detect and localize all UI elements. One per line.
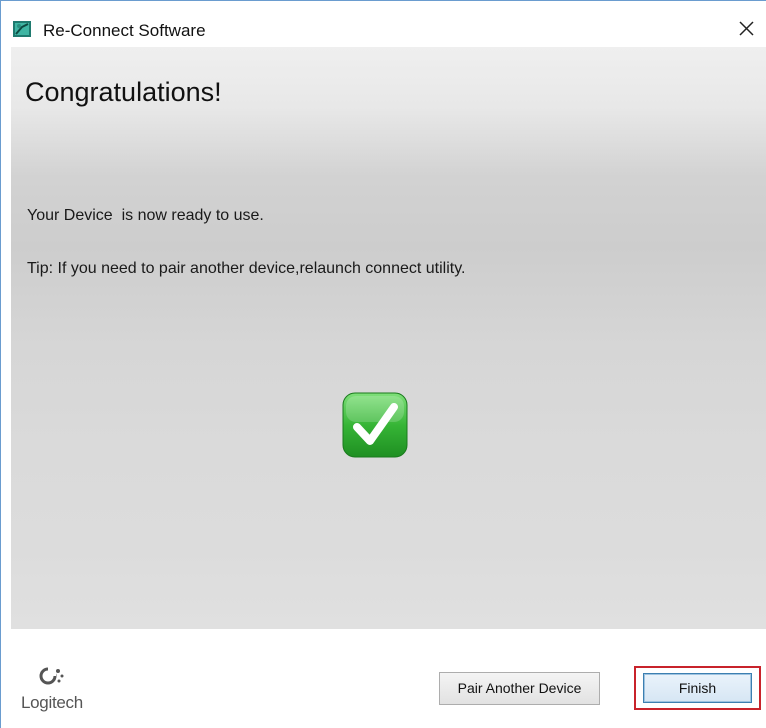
dialog-footer: Logitech Pair Another Device Finish (11, 629, 766, 728)
pair-another-device-button[interactable]: Pair Another Device (439, 672, 600, 705)
window-title: Re-Connect Software (43, 21, 206, 40)
logitech-logo-text: Logitech (21, 693, 83, 712)
title-bar[interactable]: Re-Connect Software (1, 1, 766, 47)
page-title: Congratulations! (25, 77, 222, 107)
ready-message: Your Device is now ready to use. (27, 207, 264, 224)
close-button[interactable] (728, 13, 766, 45)
reconnect-app-icon (13, 21, 31, 37)
close-icon (739, 21, 754, 36)
tip-message: Tip: If you need to pair another device,… (27, 260, 466, 277)
reconnect-dialog-window: Re-Connect Software Congratulations! You… (0, 0, 766, 728)
logitech-logo-icon (39, 667, 64, 685)
green-checkmark-icon (342, 392, 408, 458)
finish-button[interactable]: Finish (643, 673, 752, 703)
content-area: Congratulations! Your Device is now read… (11, 47, 766, 629)
